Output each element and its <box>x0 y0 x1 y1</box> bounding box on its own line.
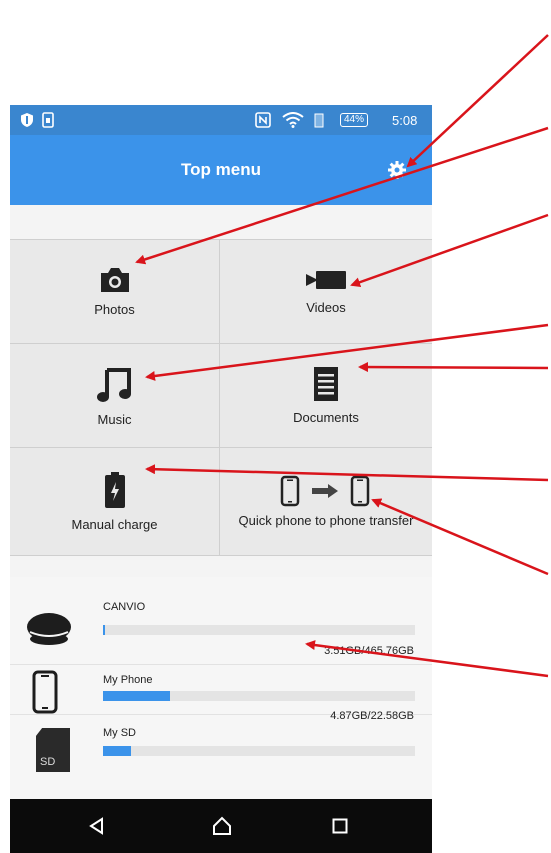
tile-label: Documents <box>293 409 359 425</box>
app-bar: Top menu <box>10 135 432 205</box>
recents-button[interactable] <box>310 799 370 853</box>
storage-item-my-phone[interactable]: My Phone 4.87GB/22.58GB <box>10 664 432 722</box>
page-title: Top menu <box>181 160 261 179</box>
storage-item-canvio[interactable]: CANVIO 3.51GB/465.76GB <box>10 577 432 665</box>
storage-name: My Phone <box>103 674 153 686</box>
home-button[interactable] <box>192 799 252 853</box>
tile-quick-transfer[interactable]: Quick phone to phone transfer <box>220 448 432 555</box>
sim-icon <box>42 105 54 135</box>
sd-card-icon: SD <box>36 728 70 772</box>
storage-name: CANVIO <box>103 601 146 613</box>
status-bar: 44% 5:08 <box>10 105 432 135</box>
tile-photos[interactable]: Photos <box>10 240 220 344</box>
storage-item-my-sd[interactable]: SD My SD <box>10 714 432 807</box>
tile-documents[interactable]: Documents <box>220 344 432 448</box>
storage-usage-text: 3.51GB/465.76GB <box>324 645 414 657</box>
tile-label: Photos <box>94 301 135 317</box>
back-icon <box>89 817 103 835</box>
home-icon <box>213 816 231 835</box>
phone-transfer-icon <box>280 475 370 506</box>
storage-usage-bar <box>103 746 415 756</box>
tile-manual-charge[interactable]: Manual charge <box>10 448 220 555</box>
navigation-bar <box>10 799 432 853</box>
camera-icon <box>100 267 129 292</box>
phone-icon <box>32 670 58 714</box>
storage-name: My SD <box>103 727 136 739</box>
storage-usage-fill <box>103 746 132 756</box>
storage-list: CANVIO 3.51GB/465.76GB My Phone 4.87GB/2… <box>10 577 432 807</box>
clock: 5:08 <box>392 112 418 128</box>
phone-screen: 44% 5:08 Top menu Photos Videos Music Do… <box>10 105 432 853</box>
menu-grid: Photos Videos Music Documents Manual cha… <box>10 239 432 556</box>
nfc-icon <box>255 105 271 135</box>
settings-button[interactable] <box>386 159 408 181</box>
storage-usage-fill <box>103 625 106 635</box>
battery-icon: 44% <box>340 105 369 135</box>
wifi-icon <box>282 105 304 135</box>
tile-label: Music <box>97 411 132 427</box>
document-icon <box>314 366 338 401</box>
storage-usage-bar <box>103 691 415 701</box>
battery-percent: 44% <box>340 113 369 127</box>
tile-videos[interactable]: Videos <box>220 240 432 344</box>
sd-card-icon-label: SD <box>40 756 56 768</box>
gear-icon <box>388 161 406 179</box>
video-camera-icon <box>306 270 346 289</box>
storage-usage-bar <box>103 625 415 635</box>
back-button[interactable] <box>67 799 127 853</box>
tile-label: Manual charge <box>71 516 158 532</box>
recents-icon <box>332 818 348 834</box>
storage-usage-fill <box>103 691 171 701</box>
external-drive-icon <box>27 613 71 645</box>
tile-label: Quick phone to phone transfer <box>238 512 414 528</box>
tile-music[interactable]: Music <box>10 344 220 448</box>
signal-icon <box>313 105 325 135</box>
shield-icon <box>20 105 34 135</box>
tile-label: Videos <box>306 299 346 315</box>
music-note-icon <box>96 367 131 402</box>
battery-charge-icon <box>104 471 125 508</box>
